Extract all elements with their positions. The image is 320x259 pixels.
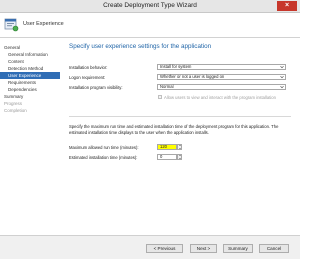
sidebar-item-completion: Completion <box>4 108 27 113</box>
logon-requirement-value: Whether or not a user is logged on <box>160 74 225 79</box>
chevron-down-icon <box>280 65 284 69</box>
cancel-button[interactable]: Cancel <box>259 244 289 253</box>
next-button[interactable]: Next > <box>190 244 217 253</box>
wizard-footer: < Previous Next > Summary Cancel <box>0 235 300 259</box>
wizard-content: Specify user experience settings for the… <box>60 38 300 235</box>
sidebar-item-user-experience[interactable]: User Experience <box>0 72 60 79</box>
logon-requirement-select[interactable]: Whether or not a user is logged on <box>157 74 286 80</box>
program-visibility-select[interactable]: Normal <box>157 84 286 90</box>
section-divider <box>69 116 291 117</box>
max-runtime-input[interactable]: 120 <box>157 144 177 150</box>
stepper-up-icon <box>179 145 181 146</box>
runtime-description: Specify the maximum run time and estimat… <box>69 124 279 135</box>
sidebar-item-content[interactable]: Content <box>0 58 60 65</box>
wizard-icon <box>4 18 19 32</box>
sidebar-item-general[interactable]: General <box>0 44 60 51</box>
content-heading: Specify user experience settings for the… <box>69 43 212 50</box>
wizard-sidebar: General General Information Content Dete… <box>0 38 60 259</box>
page-title: User Experience <box>23 21 64 27</box>
chevron-down-icon <box>280 75 284 79</box>
program-visibility-value: Normal <box>160 84 174 89</box>
stepper-down-icon <box>179 158 181 159</box>
installation-behavior-select[interactable]: Install for system <box>157 64 286 70</box>
stepper-up-icon <box>179 155 181 156</box>
max-runtime-stepper[interactable] <box>177 144 182 150</box>
logon-requirement-label: Logon requirement: <box>69 75 106 80</box>
sidebar-item-summary[interactable]: Summary <box>0 93 60 100</box>
sidebar-item-progress: Progress <box>4 101 23 106</box>
est-install-label: Estimated installation time (minutes): <box>69 155 138 160</box>
title-bar: Create Deployment Type Wizard × <box>0 0 300 13</box>
installation-behavior-label: Installation behavior: <box>69 65 108 70</box>
sidebar-item-requirements[interactable]: Requirements <box>0 79 60 86</box>
installation-behavior-value: Install for system <box>160 64 192 69</box>
est-install-input[interactable]: 0 <box>157 154 177 160</box>
sidebar-item-dependencies[interactable]: Dependencies <box>0 86 60 93</box>
wizard-window: Create Deployment Type Wizard × User Exp… <box>0 0 300 259</box>
max-runtime-value: 120 <box>160 144 167 149</box>
summary-button[interactable]: Summary <box>223 244 253 253</box>
est-install-value: 0 <box>160 154 163 159</box>
wizard-header: User Experience <box>0 13 300 38</box>
allow-interact-checkbox[interactable] <box>158 95 162 99</box>
program-visibility-label: Installation program visibility: <box>69 85 123 90</box>
chevron-down-icon <box>280 85 284 89</box>
close-button[interactable]: × <box>277 1 297 11</box>
max-runtime-label: Maximum allowed run time (minutes): <box>69 145 139 150</box>
allow-interact-label: Allow users to view and interact with th… <box>164 95 276 100</box>
est-install-stepper[interactable] <box>177 154 182 160</box>
sidebar-item-general-information[interactable]: General Information <box>0 51 60 58</box>
window-title: Create Deployment Type Wizard <box>103 2 197 9</box>
sidebar-item-detection-method[interactable]: Detection Method <box>0 65 60 72</box>
previous-button[interactable]: < Previous <box>146 244 183 253</box>
stepper-down-icon <box>179 148 181 149</box>
